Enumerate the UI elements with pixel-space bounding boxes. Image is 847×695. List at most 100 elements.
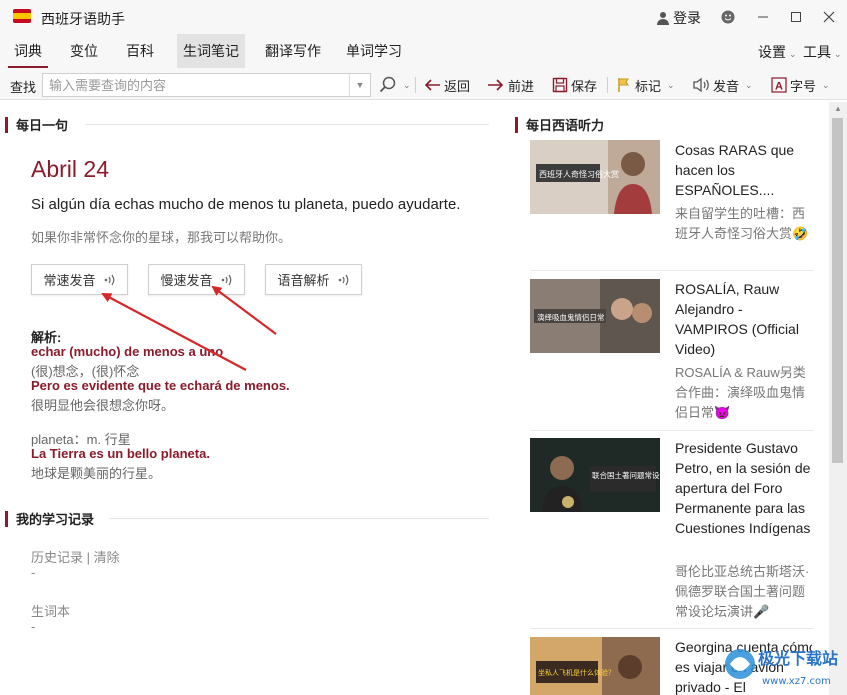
pronounce-label: 发音 — [713, 78, 740, 94]
save-button[interactable]: 保存 — [552, 74, 597, 96]
analysis-word-example-translation: 地球是颗美丽的行星。 — [31, 466, 162, 481]
listening-video-item[interactable]: 西班牙人奇怪习俗大赏 Cosas RARAS que hacen los ESP… — [530, 140, 812, 270]
voice-analysis-label: 语音解析 — [277, 273, 330, 288]
scroll-up-icon[interactable]: ▲ — [832, 104, 844, 116]
video-thumbnail[interactable]: 联合国土著问题常设论坛演讲 — [530, 438, 660, 512]
maximize-button[interactable] — [785, 6, 807, 28]
menu-bar: 词典 变位 百科 生词笔记 翻译写作 单词学习 设置 ⌄ 工具 ⌄ — [0, 34, 847, 70]
toolbar-divider — [415, 77, 416, 93]
search-history-dropdown[interactable]: ▼ — [349, 74, 370, 96]
tab-vocabulary-notes[interactable]: 生词笔记 — [177, 34, 245, 68]
chevron-down-icon: ⌄ — [789, 49, 797, 59]
watermark-url: www.xz7.com — [762, 676, 831, 687]
thumbnail-caption: 联合国土著问题常设论坛演讲 — [592, 470, 660, 480]
video-thumbnail-image: 联合国土著问题常设论坛演讲 — [530, 438, 660, 512]
pronounce-button[interactable]: 发音 ⌄ — [692, 74, 753, 96]
analysis-phrase: echar (mucho) de menos a uno — [31, 344, 224, 359]
listening-video-item[interactable]: 联合国土著问题常设论坛演讲 Presidente Gustavo Petro, … — [530, 438, 812, 628]
history-value: - — [31, 565, 36, 580]
list-divider — [530, 430, 814, 431]
toolbar: 查找 ▼ ⌄ 返回 前进 保存 标记 ⌄ 发音 ⌄ A 字号 ⌄ — [0, 70, 847, 100]
chevron-down-icon: ⌄ — [745, 79, 753, 90]
normal-speed-label: 常速发音 — [43, 273, 96, 288]
mark-button[interactable]: 标记 ⌄ — [616, 74, 675, 96]
listening-video-item[interactable]: 演绎吸血鬼情侣日常 ROSALÍA, Rauw Alejandro - VAMP… — [530, 279, 812, 429]
voice-analysis-button[interactable]: 语音解析 — [265, 264, 362, 295]
analysis-example: Pero es evidente que te echará de menos. — [31, 378, 290, 393]
section-marker — [5, 116, 8, 133]
spain-flag-icon — [13, 9, 31, 23]
font-size-icon: A — [771, 77, 787, 93]
daily-sentence-title: 每日一句 — [16, 118, 69, 133]
settings-label: 设置 — [758, 44, 786, 60]
close-button[interactable] — [818, 6, 840, 28]
search-button[interactable]: ⌄ — [379, 74, 411, 96]
video-title[interactable]: Presidente Gustavo Petro, en la sesión d… — [675, 438, 817, 538]
video-title[interactable]: ROSALÍA, Rauw Alejandro - VAMPIROS (Offi… — [675, 279, 817, 359]
speaker-icon — [693, 77, 709, 93]
tab-encyclopedia[interactable]: 百科 — [120, 34, 160, 68]
video-thumbnail[interactable]: 坐私人飞机是什么体验？ — [530, 637, 660, 695]
video-title[interactable]: Cosas RARAS que hacen los ESPAÑOLES.... — [675, 140, 817, 200]
minimize-icon — [758, 16, 768, 18]
section-divider — [110, 518, 489, 519]
forward-label: 前进 — [508, 78, 535, 94]
section-marker — [5, 510, 8, 527]
list-divider — [530, 270, 814, 271]
back-button[interactable]: 返回 — [423, 74, 470, 96]
thumbnail-caption: 西班牙人奇怪习俗大赏 — [539, 169, 619, 179]
back-label: 返回 — [444, 78, 471, 94]
app-title: 西班牙语助手 — [41, 11, 125, 27]
login-label: 登录 — [673, 10, 701, 26]
user-icon — [657, 12, 669, 25]
smiley-icon — [721, 10, 735, 24]
flag-icon — [618, 78, 629, 92]
history-link[interactable]: 历史记录 | 清除 — [31, 547, 120, 566]
search-icon — [379, 76, 396, 93]
tab-translation-writing[interactable]: 翻译写作 — [259, 34, 327, 68]
study-record-heading: 我的学习记录 — [5, 509, 94, 528]
listening-title: 每日西语听力 — [526, 118, 605, 133]
arrow-right-icon — [488, 79, 504, 91]
chevron-down-icon: ▼ — [355, 80, 365, 90]
normal-speed-audio-button[interactable]: 常速发音 — [31, 264, 128, 295]
video-thumbnail[interactable]: 西班牙人奇怪习俗大赏 — [530, 140, 660, 214]
sound-wave-icon — [221, 274, 231, 285]
scrollbar-thumb[interactable] — [832, 118, 843, 463]
thumbnail-caption: 演绎吸血鬼情侣日常 — [537, 312, 605, 322]
tab-dictionary[interactable]: 词典 — [8, 34, 48, 68]
wordbook-link[interactable]: 生词本 — [31, 601, 70, 620]
list-divider — [530, 628, 814, 629]
save-icon — [552, 77, 568, 93]
video-thumbnail-image: 西班牙人奇怪习俗大赏 — [530, 140, 660, 214]
settings-menu[interactable]: 设置 ⌄ — [758, 34, 797, 68]
skin-button[interactable] — [717, 6, 739, 28]
sentence-date: Abril 24 — [31, 156, 109, 182]
section-divider — [85, 124, 489, 125]
login-button[interactable]: 登录 — [656, 8, 701, 28]
section-marker — [515, 116, 518, 133]
sound-wave-icon — [338, 274, 348, 285]
title-bar: 西班牙语助手 登录 — [0, 0, 847, 34]
study-record-title: 我的学习记录 — [16, 512, 95, 527]
arrow-left-icon — [424, 79, 440, 91]
save-label: 保存 — [571, 78, 598, 94]
tab-word-study[interactable]: 单词学习 — [340, 34, 408, 68]
listening-heading: 每日西语听力 — [515, 115, 604, 134]
thumbnail-caption: 坐私人飞机是什么体验？ — [538, 668, 615, 677]
video-thumbnail[interactable]: 演绎吸血鬼情侣日常 — [530, 279, 660, 353]
search-label: 查找 — [10, 80, 37, 95]
wordbook-value: - — [31, 619, 36, 634]
daily-sentence-text: Si algún día echas mucho de menos tu pla… — [31, 196, 461, 213]
forward-button[interactable]: 前进 — [487, 74, 534, 96]
toolbar-divider — [607, 77, 608, 93]
daily-sentence-translation: 如果你非常怀念你的星球，那我可以帮助你。 — [31, 230, 292, 245]
search-input[interactable] — [42, 73, 371, 97]
slow-speed-audio-button[interactable]: 慢速发音 — [148, 264, 245, 295]
chevron-down-icon: ⌄ — [834, 49, 842, 59]
minimize-button[interactable] — [752, 6, 774, 28]
chevron-down-icon: ⌄ — [822, 79, 830, 90]
font-size-button[interactable]: A 字号 ⌄ — [771, 74, 830, 96]
tab-conjugation[interactable]: 变位 — [64, 34, 104, 68]
tools-menu[interactable]: 工具 ⌄ — [803, 34, 842, 68]
